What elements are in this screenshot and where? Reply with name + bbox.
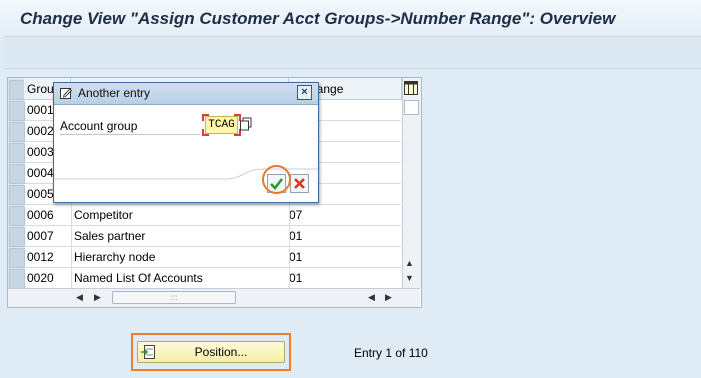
dialog-close-button[interactable]: × <box>297 85 312 100</box>
row-selector[interactable] <box>9 143 25 163</box>
table-row[interactable]: 0012 Hierarchy node 01 <box>24 247 401 268</box>
range-cell[interactable]: 01 <box>289 226 389 246</box>
table-row[interactable]: 0006 Competitor 07 <box>24 205 401 226</box>
row-selector[interactable] <box>9 206 25 226</box>
row-selector[interactable] <box>9 185 25 205</box>
application-toolbar <box>4 36 701 69</box>
name-cell: Competitor <box>74 208 133 222</box>
column-settings-icon[interactable] <box>404 81 418 95</box>
entry-counter: Entry 1 of 110 <box>354 346 428 360</box>
group-cell: 0007 <box>27 229 54 243</box>
row-selector[interactable] <box>9 122 25 142</box>
row-selector[interactable] <box>9 227 25 247</box>
scroll-left-arrow-icon[interactable]: ◀ <box>76 292 83 302</box>
position-button-label: Position... <box>194 345 248 359</box>
name-cell: Named List Of Accounts <box>74 271 203 285</box>
required-marker-icon <box>202 114 209 121</box>
position-button[interactable]: Position... <box>137 341 285 363</box>
scroll-right-arrow-icon[interactable]: ▶ <box>385 292 392 302</box>
group-cell: 0006 <box>27 208 54 222</box>
range-cell[interactable]: 01 <box>289 247 389 267</box>
dialog-title: Another entry <box>78 86 151 100</box>
row-selector[interactable] <box>9 269 25 289</box>
name-cell: Hierarchy node <box>74 250 156 264</box>
account-group-label: Account group <box>60 119 200 135</box>
table-row[interactable]: 0020 Named List Of Accounts 01 <box>24 268 401 289</box>
table-row[interactable]: 0007 Sales partner 01 <box>24 226 401 247</box>
select-all-cell[interactable] <box>9 80 25 100</box>
edit-entry-icon <box>60 88 72 99</box>
name-cell: Sales partner <box>74 229 146 243</box>
title-bar: Change View "Assign Customer Acct Groups… <box>0 0 701 36</box>
page-title: Change View "Assign Customer Acct Groups… <box>20 9 616 28</box>
row-selector[interactable] <box>9 101 25 121</box>
group-cell: 0020 <box>27 271 54 285</box>
scroll-down-arrow-icon[interactable]: ▼ <box>405 273 414 283</box>
required-marker-icon <box>202 129 209 136</box>
vertical-scroll-thumb[interactable] <box>404 100 419 115</box>
cancel-x-icon <box>294 178 305 189</box>
horizontal-scroll-thumb[interactable]: ::: <box>112 291 236 304</box>
dialog-header: Another entry × <box>54 83 318 105</box>
group-cell: 0012 <box>27 250 54 264</box>
scroll-up-arrow-icon[interactable]: ▲ <box>405 258 414 268</box>
range-cell[interactable]: 01 <box>289 268 389 288</box>
row-selector[interactable] <box>9 248 25 268</box>
range-cell[interactable]: 07 <box>289 205 389 225</box>
cancel-button[interactable] <box>290 174 309 193</box>
scroll-left-arrow-icon[interactable]: ◀ <box>368 292 375 302</box>
scroll-right-arrow-icon[interactable]: ▶ <box>94 292 101 302</box>
value-help-icon[interactable] <box>239 117 253 131</box>
continue-highlight-ring <box>262 165 291 194</box>
row-selector[interactable] <box>9 164 25 184</box>
